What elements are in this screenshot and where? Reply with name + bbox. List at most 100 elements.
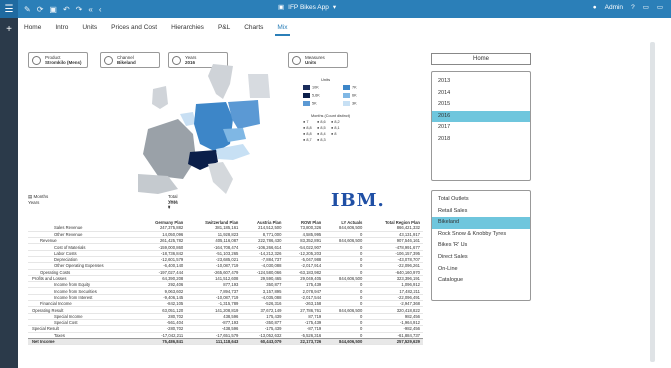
chevron-down-icon: ▾ (332, 4, 337, 11)
map-region-germany[interactable] (194, 102, 233, 152)
app-title: IFP Bikes App (288, 3, 329, 11)
months-legend-label: 7 (306, 120, 309, 124)
message-icon[interactable]: ▭ (643, 3, 649, 11)
table-cell: 75,486,841 (138, 337, 187, 345)
table-cell: 60,443,079 (241, 337, 285, 345)
redo-icon[interactable]: ↷ (76, 5, 83, 14)
user-area: ● Admin ? ▭ ▭ (592, 3, 663, 12)
save-icon[interactable]: ▣ (49, 5, 57, 14)
filter-value: Units (305, 60, 317, 65)
months-legend-label: 8,4 (320, 132, 326, 136)
share-icon[interactable]: ‹ (99, 5, 102, 14)
months-legend-label: 8 (334, 132, 337, 136)
filter-value: Stromkilo (Mens) (45, 60, 82, 65)
year-item[interactable]: 2013 (432, 76, 530, 88)
months-legend-item: ● 8 (331, 132, 337, 136)
top-bar: ☰ ✎ ⟳ ▣ ↶ ↷ « ‹ ▣ IFP Bikes App ▾ ● Admi… (0, 0, 671, 18)
app-icon: ▣ (278, 4, 285, 11)
scrollbar[interactable] (650, 42, 655, 362)
years-label[interactable]: Years (28, 200, 39, 205)
year-item[interactable]: 2018 (432, 134, 530, 146)
months-legend-item: ● 8,1 (331, 126, 340, 130)
months-legend-item: ● 8,8 (303, 126, 312, 130)
row-label[interactable]: Net Income (28, 337, 139, 345)
outlet-item[interactable]: Bikeland (432, 217, 530, 229)
table-row: Net Income 75,486,841 111,118,643 60,443,07… (28, 337, 423, 345)
months-legend-label: 8,8 (306, 126, 312, 130)
outlet-item[interactable]: Retail Sales (432, 206, 530, 218)
rewind-icon[interactable]: « (88, 5, 92, 14)
refresh-icon[interactable]: ⟳ (37, 5, 44, 14)
folder-icon[interactable]: ▭ (657, 3, 663, 11)
undo-icon[interactable]: ↶ (63, 5, 70, 14)
help-icon[interactable]: ? (631, 4, 635, 11)
legend-item: 3K (343, 101, 383, 106)
outlet-item[interactable]: Catalogue (432, 275, 530, 287)
table-cell: 22,173,726 (284, 337, 325, 345)
add-icon[interactable]: + (0, 24, 18, 35)
tab-p-l[interactable]: P&L (216, 22, 232, 36)
year-value: 2016 (168, 200, 179, 205)
legend-label: 6K (352, 93, 357, 98)
outlet-item[interactable]: Bikes 'R' Us (432, 240, 530, 252)
months-legend-label: 8,7 (306, 138, 312, 142)
map-region-baltics[interactable] (248, 74, 270, 98)
legend-swatch (303, 93, 310, 98)
map-region-uk[interactable] (152, 86, 168, 109)
months-legend-item: ● 8,3 (317, 138, 326, 142)
months-legend-label: 8,5 (320, 126, 326, 130)
filter-product[interactable]: Product Stromkilo (Mens) (28, 52, 88, 68)
tab-intro[interactable]: Intro (53, 22, 70, 36)
years-row: Years (28, 200, 48, 205)
tab-charts[interactable]: Charts (242, 22, 265, 36)
months-label[interactable]: Months (34, 194, 49, 199)
months-legend-label: 8,2 (334, 120, 340, 124)
year-item[interactable]: 2015 (432, 99, 530, 111)
outlet-item[interactable]: Total Outlets (432, 194, 530, 206)
nav-tabs: Home Intro Units Prices and Cost Hierarchies… (22, 22, 290, 36)
months-legend-label: 8,6 (320, 120, 326, 124)
months-legend-item: ● 8,5 (317, 126, 326, 130)
pencil-icon[interactable]: ✎ (24, 5, 31, 14)
legend-item: 7K (343, 85, 383, 90)
map-region-france[interactable] (143, 119, 196, 179)
year-item[interactable]: 2016 (432, 110, 530, 123)
tab-prices-and-cost[interactable]: Prices and Cost (109, 22, 159, 36)
legend-swatch (303, 85, 310, 90)
tab-home[interactable]: Home (22, 22, 43, 36)
tab-units[interactable]: Units (80, 22, 99, 36)
table-cell: 844,606,500 (324, 337, 366, 345)
map-region-scandinavia[interactable] (208, 64, 233, 99)
legend-label: 3K (352, 101, 357, 106)
outlet-item[interactable]: Direct Sales (432, 252, 530, 264)
outlet-list: Total Outlets Retail Sales Bikeland Rock Sn… (431, 190, 531, 301)
tab-mix[interactable]: Mix (275, 22, 290, 36)
user-name[interactable]: Admin (605, 4, 623, 11)
months-legend-label: 8,8 (306, 132, 312, 136)
legend-swatch (343, 101, 350, 106)
tab-hierarchies[interactable]: Hierarchies (169, 22, 206, 36)
months-legend-item: ● 8,4 (317, 132, 326, 136)
year-list: 2013 2014 2015 2016 2017 2018 (431, 71, 531, 181)
outlet-item[interactable]: On-Line (432, 264, 530, 276)
map-region-poland[interactable] (228, 100, 260, 129)
year-item[interactable]: 2014 (432, 88, 530, 100)
legend-item: 5,6K (303, 93, 343, 98)
map-region-italy[interactable] (208, 162, 233, 194)
outlet-item[interactable]: Rock Snow & Knobby Tyres (432, 229, 530, 241)
hamburger-menu-icon[interactable]: ☰ (0, 0, 18, 18)
months-legend-item: ● 7 (303, 120, 309, 124)
year-selector[interactable]: 2016 ▾ (168, 200, 178, 211)
user-icon: ● (592, 3, 597, 11)
filter-icon (32, 56, 41, 65)
home-button[interactable]: Home (431, 53, 531, 65)
months-legend-item: ● 8,8 (303, 132, 312, 136)
legend-label: 5K (312, 101, 317, 106)
year-item[interactable]: 2017 (432, 122, 530, 134)
table-cell: 257,529,629 (365, 337, 423, 345)
pl-table: Germany Plan Switzerland Plan Austria Plan… (28, 220, 423, 345)
legend-label: 10K (312, 85, 319, 90)
app-switcher[interactable]: ▣ IFP Bikes App ▾ (278, 3, 337, 12)
legend-swatch (303, 101, 310, 106)
legend-title: Units (321, 77, 331, 82)
